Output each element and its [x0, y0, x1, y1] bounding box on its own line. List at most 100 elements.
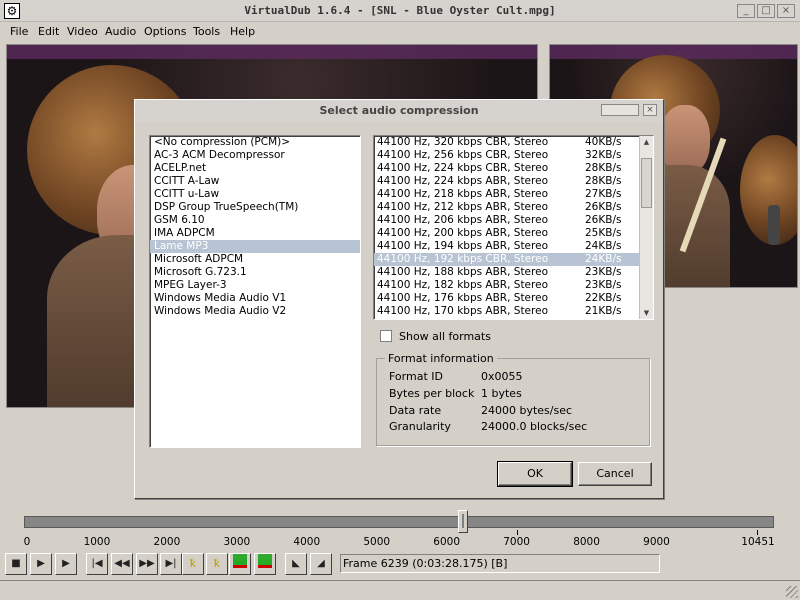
- format-item[interactable]: 44100 Hz, 194 kbps ABR, Stereo 24KB/s: [374, 240, 653, 253]
- tick-label: 10451: [741, 536, 775, 548]
- prev-scene-icon: [233, 554, 247, 568]
- format-name: 44100 Hz, 224 kbps ABR, Stereo: [377, 175, 548, 187]
- format-rate: 40KB/s: [585, 136, 622, 148]
- format-rate: 26KB/s: [585, 201, 622, 213]
- format-rows: 44100 Hz, 320 kbps CBR, Stereo 40KB/s 4410…: [374, 136, 653, 318]
- stop-button[interactable]: ■: [5, 553, 27, 575]
- menu-tools[interactable]: Tools: [193, 25, 220, 38]
- format-item[interactable]: 44100 Hz, 170 kbps ABR, Stereo 21KB/s: [374, 305, 653, 318]
- format-item[interactable]: 44100 Hz, 212 kbps ABR, Stereo 26KB/s: [374, 201, 653, 214]
- format-name: 44100 Hz, 212 kbps ABR, Stereo: [377, 201, 548, 213]
- menu-edit[interactable]: Edit: [38, 25, 59, 38]
- maximize-button[interactable]: □: [757, 4, 775, 18]
- format-rate: 23KB/s: [585, 266, 622, 278]
- mark-in-button[interactable]: ◣: [285, 553, 307, 575]
- menu-options[interactable]: Options: [144, 25, 186, 38]
- format-scrollbar[interactable]: ▲ ▼: [639, 136, 653, 319]
- close-button[interactable]: ×: [777, 4, 795, 18]
- format-item[interactable]: 44100 Hz, 182 kbps ABR, Stereo 23KB/s: [374, 279, 653, 292]
- menu-file[interactable]: File: [10, 25, 28, 38]
- play-output-button[interactable]: ▶: [55, 553, 77, 575]
- tick-label: 8000: [573, 536, 600, 548]
- tick-label: 5000: [363, 536, 391, 548]
- codec-list[interactable]: <No compression (PCM)> AC-3 ACM Decompres…: [149, 135, 361, 448]
- format-name: 44100 Hz, 182 kbps ABR, Stereo: [377, 279, 548, 291]
- codec-item[interactable]: <No compression (PCM)>: [150, 136, 360, 149]
- format-item[interactable]: 44100 Hz, 176 kbps ABR, Stereo 22KB/s: [374, 292, 653, 305]
- cancel-button[interactable]: Cancel: [578, 462, 652, 486]
- dialog-close-button[interactable]: ×: [643, 104, 657, 116]
- stop-icon: ■: [11, 558, 21, 569]
- format-id-label: Format ID: [389, 370, 443, 383]
- tick-label: 0: [23, 536, 31, 548]
- tick-label: 7000: [503, 536, 530, 548]
- audio-compression-dialog: Select audio compression × <No compressi…: [134, 99, 664, 499]
- format-rate: 24KB/s: [585, 253, 622, 265]
- next-frame-button[interactable]: ▶▶: [136, 553, 158, 575]
- format-name: 44100 Hz, 224 kbps CBR, Stereo: [377, 162, 549, 174]
- show-all-formats-label[interactable]: Show all formats: [399, 330, 491, 343]
- format-id-value: 0x0055: [481, 370, 523, 383]
- prev-scene-button[interactable]: [229, 553, 251, 575]
- format-rate: 25KB/s: [585, 227, 622, 239]
- dialog-restore-button[interactable]: [601, 104, 639, 116]
- codec-item[interactable]: Microsoft G.723.1: [150, 266, 360, 279]
- format-list[interactable]: 44100 Hz, 320 kbps CBR, Stereo 40KB/s 4410…: [373, 135, 654, 320]
- mark-out-icon: ◢: [317, 558, 325, 569]
- codec-item[interactable]: GSM 6.10: [150, 214, 360, 227]
- codec-item[interactable]: Windows Media Audio V1: [150, 292, 360, 305]
- next-key-button[interactable]: ꝁ: [206, 553, 228, 575]
- format-item[interactable]: 44100 Hz, 218 kbps ABR, Stereo 27KB/s: [374, 188, 653, 201]
- format-item[interactable]: 44100 Hz, 206 kbps ABR, Stereo 26KB/s: [374, 214, 653, 227]
- dialog-title: Select audio compression: [135, 100, 663, 122]
- codec-item[interactable]: AC-3 ACM Decompressor: [150, 149, 360, 162]
- format-item[interactable]: 44100 Hz, 224 kbps CBR, Stereo 28KB/s: [374, 162, 653, 175]
- minimize-button[interactable]: _: [737, 4, 755, 18]
- tick-label: 2000: [153, 536, 181, 548]
- tick-label: 1000: [83, 536, 111, 548]
- codec-item[interactable]: CCITT A-Law: [150, 175, 360, 188]
- play-input-button[interactable]: ▶: [30, 553, 52, 575]
- format-rate: 28KB/s: [585, 175, 622, 187]
- codec-item[interactable]: CCITT u-Law: [150, 188, 360, 201]
- go-end-icon: ▶|: [165, 558, 177, 569]
- show-all-formats-checkbox[interactable]: [380, 330, 392, 342]
- go-start-button[interactable]: |◀: [86, 553, 108, 575]
- go-end-button[interactable]: ▶|: [160, 553, 182, 575]
- codec-item[interactable]: ACELP.net: [150, 162, 360, 175]
- format-item[interactable]: 44100 Hz, 224 kbps ABR, Stereo 28KB/s: [374, 175, 653, 188]
- codec-item[interactable]: Microsoft ADPCM: [150, 253, 360, 266]
- menu-audio[interactable]: Audio: [105, 25, 136, 38]
- format-item[interactable]: 44100 Hz, 256 kbps CBR, Stereo 32KB/s: [374, 149, 653, 162]
- tick-label: 9000: [643, 536, 670, 548]
- format-item[interactable]: 44100 Hz, 188 kbps ABR, Stereo 23KB/s: [374, 266, 653, 279]
- format-item[interactable]: 44100 Hz, 200 kbps ABR, Stereo 25KB/s: [374, 227, 653, 240]
- format-name: 44100 Hz, 320 kbps CBR, Stereo: [377, 136, 549, 148]
- prev-key-button[interactable]: ꝁ: [182, 553, 204, 575]
- format-item[interactable]: 44100 Hz, 192 kbps CBR, Stereo 24KB/s: [374, 253, 653, 266]
- format-name: 44100 Hz, 176 kbps ABR, Stereo: [377, 292, 548, 304]
- ok-button[interactable]: OK: [497, 461, 573, 487]
- mark-out-button[interactable]: ◢: [310, 553, 332, 575]
- prev-frame-button[interactable]: ◀◀: [111, 553, 133, 575]
- data-rate-value: 24000 bytes/sec: [481, 404, 573, 417]
- format-name: 44100 Hz, 256 kbps CBR, Stereo: [377, 149, 549, 161]
- menu-help[interactable]: Help: [230, 25, 255, 38]
- position-thumb[interactable]: [458, 510, 469, 533]
- codec-item[interactable]: IMA ADPCM: [150, 227, 360, 240]
- scroll-up-icon[interactable]: ▲: [640, 136, 653, 148]
- scroll-thumb[interactable]: [641, 158, 652, 208]
- tick-label: 4000: [293, 536, 321, 548]
- format-item[interactable]: 44100 Hz, 320 kbps CBR, Stereo 40KB/s: [374, 136, 653, 149]
- format-rate: 24KB/s: [585, 240, 622, 252]
- menu-video[interactable]: Video: [67, 25, 98, 38]
- go-start-icon: |◀: [91, 558, 103, 569]
- codec-item[interactable]: DSP Group TrueSpeech(TM): [150, 201, 360, 214]
- position-trackbar[interactable]: [24, 516, 774, 528]
- codec-item[interactable]: Windows Media Audio V2: [150, 305, 360, 318]
- scroll-down-icon[interactable]: ▼: [640, 307, 653, 319]
- resize-grip-icon[interactable]: [786, 586, 798, 598]
- codec-item[interactable]: MPEG Layer-3: [150, 279, 360, 292]
- codec-item[interactable]: Lame MP3: [150, 240, 360, 253]
- next-scene-button[interactable]: [254, 553, 276, 575]
